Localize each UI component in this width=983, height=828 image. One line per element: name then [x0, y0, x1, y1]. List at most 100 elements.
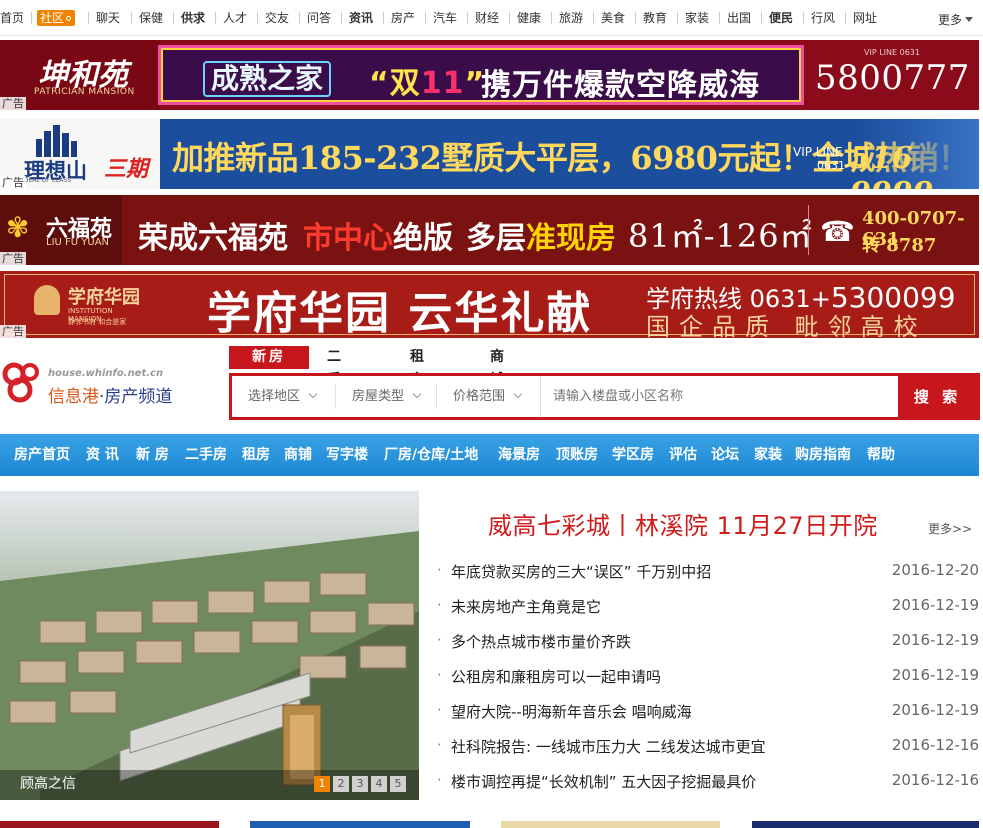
ad-banner-kunheyuan[interactable]: 坤和苑 PATRICIAN MANSION 成熟之家 “双11” 携万件爆款空降… — [0, 40, 979, 110]
topnav-travel[interactable]: 旅游 — [559, 11, 583, 25]
nav-school-district[interactable]: 学区房 — [612, 446, 654, 464]
slide-page-4[interactable]: 4 — [371, 776, 387, 792]
ad-thumb-1[interactable] — [0, 821, 219, 828]
topnav-home[interactable]: 首页 — [0, 11, 24, 25]
xuefuhuayuan-logo: 学府华园 INSTITUTION MANSION 静邻书府 和合是家 — [34, 279, 146, 329]
topnav-conduct[interactable]: 行风 — [811, 11, 835, 25]
ad-slogan: 学府华园 云华礼献 — [207, 288, 593, 338]
nav-help[interactable]: 帮助 — [867, 446, 895, 464]
topnav-food[interactable]: 美食 — [601, 11, 625, 25]
headline-link[interactable]: 威高七彩城丨林溪院 11月27日开院 — [488, 506, 878, 541]
ad-vip-line: VIP LINE 0631 — [864, 48, 920, 57]
ad-thumb-3[interactable] — [501, 821, 720, 828]
topnav-realestate[interactable]: 房产 — [391, 11, 415, 25]
nav-office[interactable]: 写字楼 — [326, 446, 368, 464]
main-nav: 房产首页 资 讯 新 房 二手房 租房 商铺 写字楼 厂房/仓库/土地 海景房 … — [0, 434, 979, 476]
slide-caption: 顾高之信 — [20, 776, 76, 792]
focus-slideshow[interactable]: 顾高之信 1 2 3 4 5 — [0, 491, 419, 800]
nav-seaview[interactable]: 海景房 — [498, 446, 540, 464]
whinfo-logo-icon — [2, 362, 39, 403]
ad-tag: 广告 — [0, 252, 26, 265]
chevron-down-icon — [513, 389, 523, 399]
ad-slogan-double-eleven: “双11” — [369, 66, 486, 101]
topnav-finance[interactable]: 财经 — [475, 11, 499, 25]
topnav-auto[interactable]: 汽车 — [433, 11, 457, 25]
news-item[interactable]: · 公租房和廉租房可以一起申请吗 2016-12-19 — [437, 666, 979, 686]
news-item[interactable]: · 多个热点城市楼市量价齐跌 2016-12-19 — [437, 631, 979, 651]
slide-page-1[interactable]: 1 — [314, 776, 330, 792]
nav-news[interactable]: 资 讯 — [86, 446, 119, 464]
nav-new-house[interactable]: 新 房 — [136, 446, 169, 464]
ad-phone-ext: 转 8787 — [862, 235, 937, 256]
topnav-supply[interactable]: 供求 — [181, 11, 205, 25]
residential-complex-image — [0, 491, 419, 800]
ad-slogan-center: 市中心绝版 — [303, 221, 453, 256]
ad-thumb-4[interactable] — [752, 821, 979, 828]
news-item[interactable]: · 未来房地产主角竟是它 2016-12-19 — [437, 596, 979, 616]
news-item[interactable]: · 社科院报告: 一线城市压力大 二线发达城市更宜 2016-12-16 — [437, 736, 979, 756]
nav-decor[interactable]: 家装 — [754, 446, 782, 464]
slide-page-2[interactable]: 2 — [333, 776, 349, 792]
nav-appraisal[interactable]: 评估 — [669, 446, 697, 464]
ad-slogan-main: 携万件爆款空降威海 — [481, 68, 760, 103]
news-item[interactable]: · 年底贷款买房的三大“误区” 千万别中招 2016-12-20 — [437, 561, 979, 581]
nav-rent[interactable]: 租房 — [242, 446, 270, 464]
top-nav: 首页 社区 聊天 保健 供求 人才 交友 问答 资讯 房产 汽车 财经 健康 旅… — [0, 0, 983, 36]
ad-thumb-2[interactable] — [250, 821, 470, 828]
chevron-down-icon — [412, 389, 422, 399]
nav-second-hand[interactable]: 二手房 — [185, 446, 227, 464]
topnav-education[interactable]: 教育 — [643, 11, 667, 25]
topnav-community[interactable]: 社区 — [37, 10, 76, 26]
topnav-health[interactable]: 健康 — [517, 11, 541, 25]
site-logo[interactable]: house.whinfo.net.cn 信息港·房产频道 — [0, 358, 200, 408]
tab-new-house[interactable]: 新房 — [229, 346, 309, 369]
news-item[interactable]: · 楼市调控再提“长效机制” 五大因子挖掘最具价 2016-12-16 — [437, 771, 979, 791]
topnav-sites[interactable]: 网址 — [853, 11, 877, 25]
building-icon — [36, 125, 77, 157]
topnav-more-dropdown[interactable]: 更多 — [938, 11, 974, 28]
search-input[interactable] — [540, 376, 898, 417]
slide-page-5[interactable]: 5 — [390, 776, 406, 792]
topnav-jobs[interactable]: 人才 — [223, 11, 247, 25]
topnav-health-care[interactable]: 保健 — [139, 11, 163, 25]
ad-phone: 516 9999 — [850, 141, 934, 189]
search-button[interactable]: 搜 索 — [898, 376, 977, 417]
nav-factory[interactable]: 厂房/仓库/土地 — [384, 446, 478, 464]
ad-slogan-mature-home: 成熟之家 — [203, 61, 332, 97]
ad-tag: 广告 — [0, 97, 26, 110]
ad-tag: 广告 — [0, 325, 26, 338]
ad-banner-lixiangshan[interactable]: 理想山 三期 IDEAL OF CLASS 加推新品185-232墅质大平层，6… — [0, 119, 979, 189]
ad-marquee-frame: 成熟之家 “双11” 携万件爆款空降威海 — [158, 45, 804, 105]
ad-slogan-ready: 多层准现房 — [466, 221, 616, 256]
tab-rent[interactable]: 租房 — [410, 346, 427, 388]
slide-page-3[interactable]: 3 — [352, 776, 368, 792]
topnav-abroad[interactable]: 出国 — [727, 11, 751, 25]
ad-banner-xuefuhuayuan[interactable]: 学府华园 INSTITUTION MANSION 静邻书府 和合是家 学府华园 … — [0, 271, 979, 338]
price-range-select[interactable]: 价格范围 — [437, 376, 523, 417]
topnav-decor[interactable]: 家装 — [685, 11, 709, 25]
nav-forum[interactable]: 论坛 — [711, 446, 739, 464]
news-item[interactable]: · 望府大院--明海新年音乐会 唱响威海 2016-12-19 — [437, 701, 979, 721]
nav-home[interactable]: 房产首页 — [14, 446, 70, 464]
nav-debt-house[interactable]: 顶账房 — [556, 446, 598, 464]
tab-second-hand[interactable]: 二手房 — [327, 346, 344, 411]
ad-phone: 5800777 — [815, 58, 970, 98]
house-type-select[interactable]: 房屋类型 — [336, 376, 422, 417]
ad-project-name: 荣成六福苑 — [138, 221, 288, 256]
ad-tag: 广告 — [0, 176, 26, 189]
topnav-dating[interactable]: 交友 — [265, 11, 289, 25]
flower-icon: ✾ — [6, 211, 30, 244]
nav-guide[interactable]: 购房指南 — [795, 446, 851, 464]
topnav-services[interactable]: 便民 — [769, 11, 793, 25]
ad-vip-line: VIP LINE — [793, 145, 843, 159]
region-select[interactable]: 选择地区 — [232, 376, 318, 417]
topnav-news[interactable]: 资讯 — [349, 11, 373, 25]
caret-down-icon — [965, 17, 974, 22]
ad-banner-liufuyuan[interactable]: ✾ 六福苑 LIU FU YUAN 荣成六福苑 市中心绝版 多层准现房 81㎡-… — [0, 195, 979, 265]
topnav-qa[interactable]: 问答 — [307, 11, 331, 25]
tab-shops[interactable]: 商铺 — [490, 346, 507, 388]
nav-shops[interactable]: 商铺 — [284, 446, 312, 464]
ad-slogan-quality: 国企品质 毗邻高校 — [646, 313, 927, 338]
headline-more-link[interactable]: 更多>> — [928, 520, 972, 537]
topnav-chat[interactable]: 聊天 — [96, 11, 120, 25]
